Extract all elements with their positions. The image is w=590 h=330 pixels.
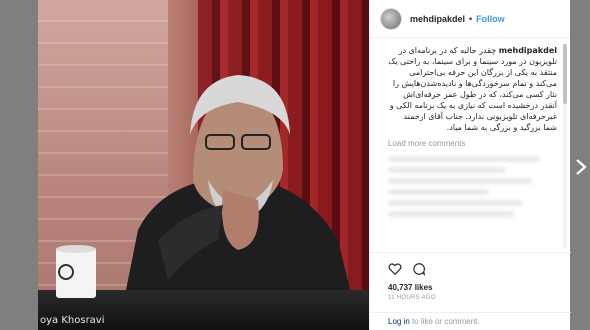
- post-side-panel: mehdipakdel • Follow mehdipakdel چقدر جا…: [369, 0, 571, 330]
- caption-body: چقدر جالبه که در برنامه‌ای در تلویزیون د…: [388, 46, 557, 132]
- separator-dot: •: [469, 13, 473, 24]
- login-prompt: Log in to like or comment.: [370, 312, 571, 330]
- caption-username[interactable]: mehdipakdel: [499, 46, 557, 55]
- load-more-comments-button[interactable]: Load more comments: [388, 139, 557, 148]
- post-header: mehdipakdel • Follow: [370, 0, 570, 38]
- comments-area: mehdipakdel چقدر جالبه که در برنامه‌ای د…: [370, 39, 571, 252]
- heart-icon[interactable]: [388, 262, 402, 276]
- follow-button[interactable]: Follow: [476, 14, 505, 24]
- login-link[interactable]: Log in: [388, 317, 410, 326]
- comment-icon[interactable]: [412, 262, 426, 276]
- post-photo[interactable]: oya Khosravi: [38, 0, 369, 330]
- next-post-button[interactable]: [572, 156, 590, 178]
- avatar[interactable]: [380, 7, 402, 30]
- post-actions: 40,737 likes 11 HOURS AGO: [370, 252, 571, 301]
- mug-image: [56, 245, 96, 298]
- likes-count[interactable]: 40,737 likes: [388, 283, 557, 292]
- action-icons: [388, 261, 557, 277]
- post-caption: mehdipakdel چقدر جالبه که در برنامه‌ای د…: [388, 45, 557, 133]
- blurred-comments: [388, 156, 557, 217]
- man-photo-figure: [118, 75, 360, 330]
- photo-caption: oya Khosravi: [40, 315, 105, 326]
- username-link[interactable]: mehdipakdel: [410, 14, 465, 24]
- post-timestamp: 11 HOURS AGO: [388, 295, 436, 301]
- chevron-right-icon: [576, 159, 587, 175]
- comments-scrollbar-thumb[interactable]: [563, 44, 567, 104]
- login-prompt-text: to like or comment.: [409, 317, 480, 326]
